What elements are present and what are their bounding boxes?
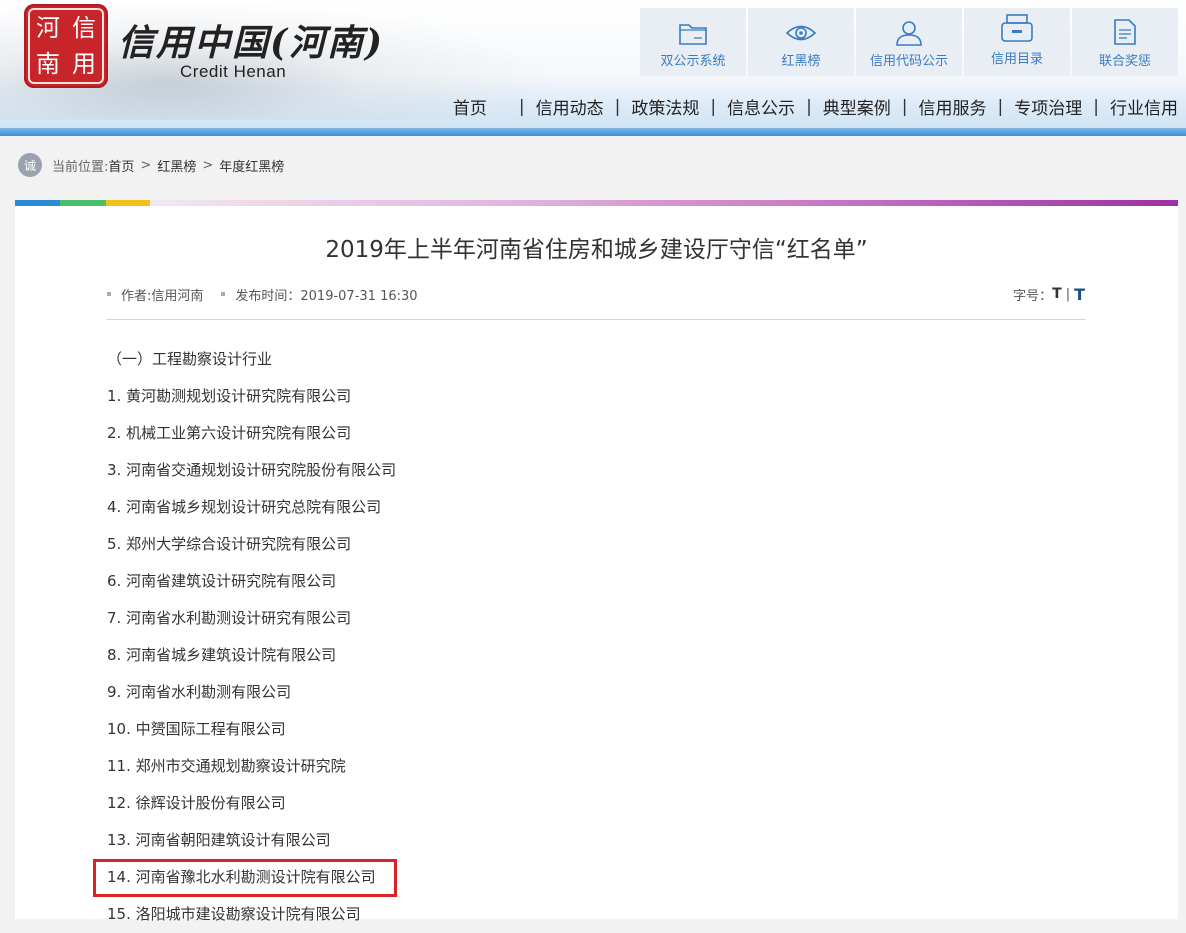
document-icon — [1114, 19, 1136, 45]
quick-link-dual-publicity[interactable]: 双公示系统 — [640, 8, 746, 76]
breadcrumb-prefix: 当前位置: — [52, 159, 109, 175]
nav-credit-services[interactable]: 信用服务 — [917, 94, 989, 119]
brand-title: 信用中国(河南) — [118, 22, 385, 64]
author-meta: 作者:信用河南 — [107, 285, 203, 304]
nav-typical-cases[interactable]: 典型案例 — [821, 94, 893, 119]
list-item: 8. 河南省城乡建筑设计院有限公司 — [107, 646, 337, 664]
list-item: 10. 中赟国际工程有限公司 — [107, 720, 286, 738]
list-item: 4. 河南省城乡规划设计研究总院有限公司 — [107, 498, 382, 516]
eye-icon — [785, 25, 817, 41]
nav-info-publicity[interactable]: 信息公示 — [725, 94, 797, 119]
article-title: 2019年上半年河南省住房和城乡建设厅守信“红名单” — [325, 237, 868, 263]
list-item: 1. 黄河勘测规划设计研究院有限公司 — [107, 387, 352, 405]
location-icon: 诚 — [18, 153, 42, 177]
breadcrumb-separator: > — [140, 157, 152, 173]
quick-link-red-black-list[interactable]: 红黑榜 — [748, 8, 854, 76]
author-text: 作者:信用河南 — [121, 288, 204, 304]
font-size-control: 字号： T | T — [1013, 285, 1085, 304]
highlight-annotation-box — [93, 859, 397, 897]
nav-home[interactable]: 首页 — [451, 94, 489, 119]
quick-links: 双公示系统 红黑榜 信用代码公示 信用目录 联合奖惩 — [640, 8, 1178, 76]
brand-subtitle: Credit Henan — [180, 62, 287, 81]
article-panel: 2019年上半年河南省住房和城乡建设厅守信“红名单” 作者:信用河南 发布时间：… — [15, 206, 1178, 923]
seal-logo-chars: 河 信 南 用 — [28, 8, 104, 84]
folder-icon — [679, 24, 707, 45]
seal-char: 南 — [36, 50, 60, 78]
nav-industry-credit[interactable]: 行业信用 — [1108, 94, 1180, 119]
nav-policies[interactable]: 政策法规 — [629, 94, 701, 119]
user-icon — [896, 21, 922, 46]
nav-special-governance[interactable]: 专项治理 — [1012, 94, 1084, 119]
meta-divider — [107, 319, 1085, 320]
quick-link-joint-reward[interactable]: 联合奖惩 — [1072, 8, 1178, 76]
breadcrumb-separator: > — [202, 157, 214, 173]
nav-separator: | — [997, 96, 1004, 117]
nav-separator: | — [518, 96, 525, 117]
seal-char: 信 — [72, 14, 96, 42]
bullet-icon — [107, 292, 111, 296]
font-large-button[interactable]: T — [1074, 285, 1085, 304]
nav-separator: | — [806, 96, 812, 117]
article-meta: 作者:信用河南 发布时间：2019-07-31 16:30 字号： T | T — [107, 284, 1085, 304]
list-item: 3. 河南省交通规划设计研究院股份有限公司 — [107, 461, 397, 479]
list-item: 13. 河南省朝阳建筑设计有限公司 — [107, 831, 331, 849]
list-item: 7. 河南省水利勘测设计研究有限公司 — [107, 609, 352, 627]
publish-meta: 发布时间：2019-07-31 16:30 — [221, 285, 418, 304]
quick-link-label: 双公示系统 — [660, 54, 726, 69]
list-item: 12. 徐辉设计股份有限公司 — [107, 794, 286, 812]
quick-link-label: 联合奖惩 — [1098, 54, 1151, 69]
nav-credit-news[interactable]: 信用动态 — [534, 94, 606, 119]
quick-link-label: 信用目录 — [990, 52, 1043, 67]
list-item: 9. 河南省水利勘测有限公司 — [107, 683, 292, 701]
list-item: 11. 郑州市交通规划勘察设计研究院 — [107, 757, 346, 775]
list-item: 5. 郑州大学综合设计研究院有限公司 — [107, 535, 352, 553]
quick-link-credit-code[interactable]: 信用代码公示 — [856, 8, 962, 76]
breadcrumb: 诚 当前位置: 首页 > 红黑榜 > 年度红黑榜 — [18, 152, 284, 178]
quick-link-label: 红黑榜 — [781, 54, 821, 69]
list-item: 2. 机械工业第六设计研究院有限公司 — [107, 424, 352, 442]
nav-separator: | — [710, 96, 717, 117]
list-item: 15. 洛阳城市建设勘察设计院有限公司 — [107, 905, 361, 923]
seal-char: 用 — [72, 50, 96, 78]
quick-link-label: 信用代码公示 — [869, 54, 948, 69]
font-size-separator: | — [1065, 286, 1071, 302]
font-size-label: 字号： — [1013, 288, 1053, 304]
publish-time: 发布时间：2019-07-31 16:30 — [235, 288, 418, 304]
main-nav: 首页 | 信用动态 | 政策法规 | 信息公示 | 典型案例 | 信用服务 | … — [451, 94, 1180, 120]
nav-separator: | — [614, 96, 621, 117]
font-small-button[interactable]: T — [1052, 286, 1062, 302]
list-item: 6. 河南省建筑设计研究院有限公司 — [107, 572, 337, 590]
section-heading: （一）工程勘察设计行业 — [107, 350, 273, 368]
seal-char: 河 — [36, 14, 60, 42]
printer-icon — [1001, 14, 1033, 42]
breadcrumb-red-black-list[interactable]: 红黑榜 — [157, 156, 196, 175]
nav-separator: | — [901, 96, 908, 117]
site-header: 河 信 南 用 信用中国(河南) Credit Henan 双公示系统 红黑榜 — [0, 0, 1186, 136]
nav-separator: | — [1093, 96, 1099, 117]
quick-link-credit-catalog[interactable]: 信用目录 — [964, 8, 1070, 76]
seal-logo[interactable]: 河 信 南 用 — [24, 4, 108, 88]
article-content: （一）工程勘察设计行业 1. 黄河勘测规划设计研究院有限公司 2. 机械工业第六… — [107, 341, 1085, 933]
header-bottom-line — [0, 128, 1186, 136]
breadcrumb-home[interactable]: 首页 — [108, 156, 134, 175]
breadcrumb-annual-list[interactable]: 年度红黑榜 — [219, 156, 284, 175]
bullet-icon — [221, 292, 226, 296]
